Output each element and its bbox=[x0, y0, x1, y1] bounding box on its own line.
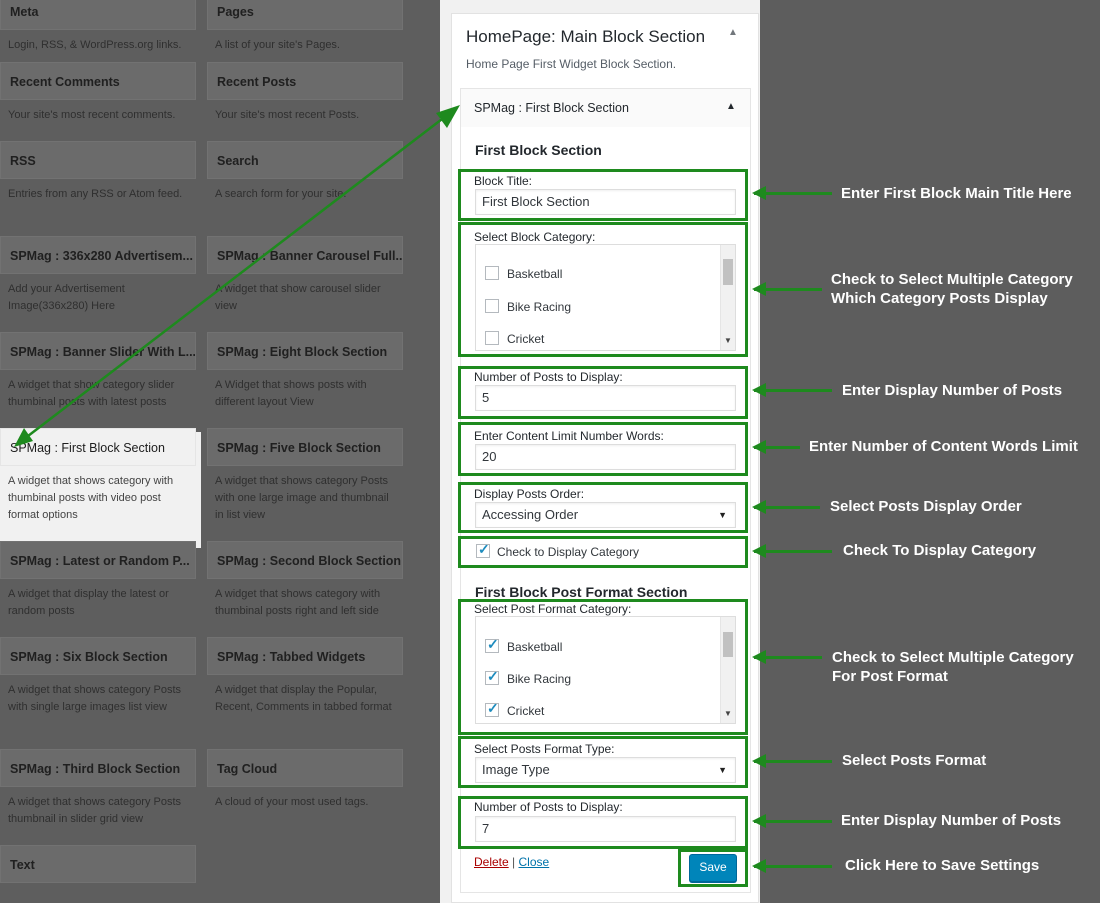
double-arrow-icon bbox=[14, 105, 460, 447]
